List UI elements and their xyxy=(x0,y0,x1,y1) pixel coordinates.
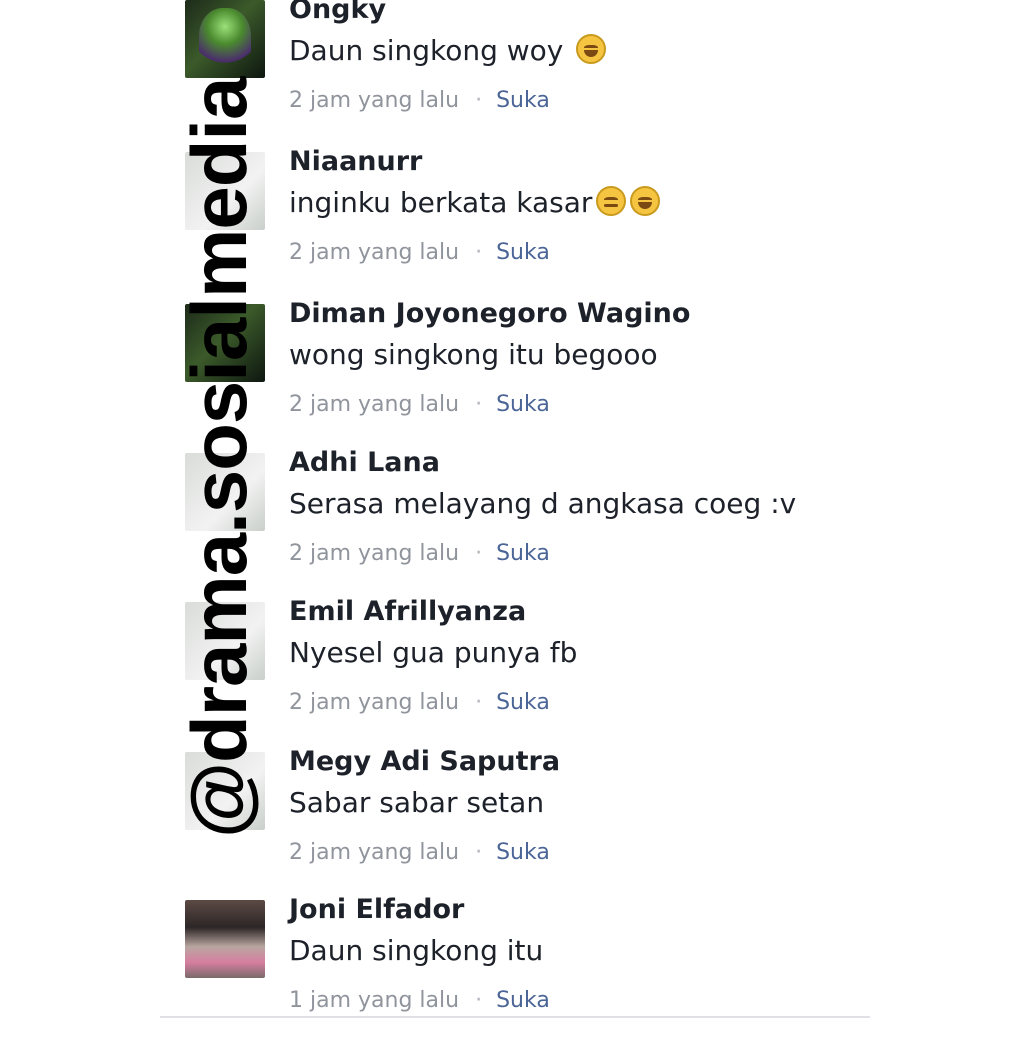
comment-item: Megy Adi Saputra Sabar sabar setan 2 jam… xyxy=(160,746,880,902)
comment-timestamp: 2 jam yang lalu xyxy=(289,840,460,865)
comment-text: inginku berkata kasar xyxy=(289,186,661,219)
comment-meta: 2 jam yang lalu · Suka xyxy=(289,690,550,715)
divider xyxy=(160,1016,870,1018)
like-link[interactable]: Suka xyxy=(496,541,550,566)
like-link[interactable]: Suka xyxy=(496,690,550,715)
comment-feed: Ongky Daun singkong woy 2 jam yang lalu ·… xyxy=(0,0,1024,1024)
commenter-name[interactable]: Ongky xyxy=(289,0,386,25)
comment-item: Diman Joyonegoro Wagino wong singkong it… xyxy=(160,298,880,454)
comment-text: Serasa melayang d angkasa coeg :v xyxy=(289,487,797,520)
comment-text: Daun singkong itu xyxy=(289,934,544,967)
like-link[interactable]: Suka xyxy=(496,392,550,417)
comment-text: Daun singkong woy xyxy=(289,34,607,67)
comment-timestamp: 1 jam yang lalu xyxy=(289,988,460,1013)
comment-item: Joni Elfador Daun singkong itu 1 jam yan… xyxy=(160,894,880,1050)
comment-text: Sabar sabar setan xyxy=(289,786,545,819)
tears-of-joy-emoji xyxy=(630,186,661,216)
smirk-emoji xyxy=(596,186,627,216)
like-link[interactable]: Suka xyxy=(496,240,550,265)
comment-meta: 2 jam yang lalu · Suka xyxy=(289,88,550,113)
commenter-name[interactable]: Joni Elfador xyxy=(289,894,464,925)
comment-item: Emil Afrillyanza Nyesel gua punya fb 2 j… xyxy=(160,596,880,752)
watermark-text: @drama.sosialmedia xyxy=(175,77,263,838)
comment-item: Adhi Lana Serasa melayang d angkasa coeg… xyxy=(160,447,880,603)
comment-item: Ongky Daun singkong woy 2 jam yang lalu ·… xyxy=(160,0,880,150)
comment-timestamp: 2 jam yang lalu xyxy=(289,392,460,417)
comment-item: Niaanurr inginku berkata kasar 2 jam yan… xyxy=(160,146,880,302)
like-link[interactable]: Suka xyxy=(496,988,550,1013)
commenter-name[interactable]: Megy Adi Saputra xyxy=(289,746,560,777)
tears-of-joy-emoji xyxy=(576,34,607,64)
comment-meta: 2 jam yang lalu · Suka xyxy=(289,392,550,417)
commenter-name[interactable]: Diman Joyonegoro Wagino xyxy=(289,298,690,329)
comment-timestamp: 2 jam yang lalu xyxy=(289,240,460,265)
commenter-name[interactable]: Niaanurr xyxy=(289,146,422,177)
comment-meta: 2 jam yang lalu · Suka xyxy=(289,840,550,865)
comment-meta: 2 jam yang lalu · Suka xyxy=(289,541,550,566)
comment-meta: 2 jam yang lalu · Suka xyxy=(289,240,550,265)
commenter-name[interactable]: Emil Afrillyanza xyxy=(289,596,526,627)
avatar[interactable] xyxy=(185,0,265,78)
comment-timestamp: 2 jam yang lalu xyxy=(289,88,460,113)
comment-text: Nyesel gua punya fb xyxy=(289,636,578,669)
comment-timestamp: 2 jam yang lalu xyxy=(289,541,460,566)
comment-meta: 1 jam yang lalu · Suka xyxy=(289,988,550,1013)
comment-text: wong singkong itu begooo xyxy=(289,338,658,371)
comment-timestamp: 2 jam yang lalu xyxy=(289,690,460,715)
avatar[interactable] xyxy=(185,900,265,978)
commenter-name[interactable]: Adhi Lana xyxy=(289,447,440,478)
like-link[interactable]: Suka xyxy=(496,840,550,865)
like-link[interactable]: Suka xyxy=(496,88,550,113)
